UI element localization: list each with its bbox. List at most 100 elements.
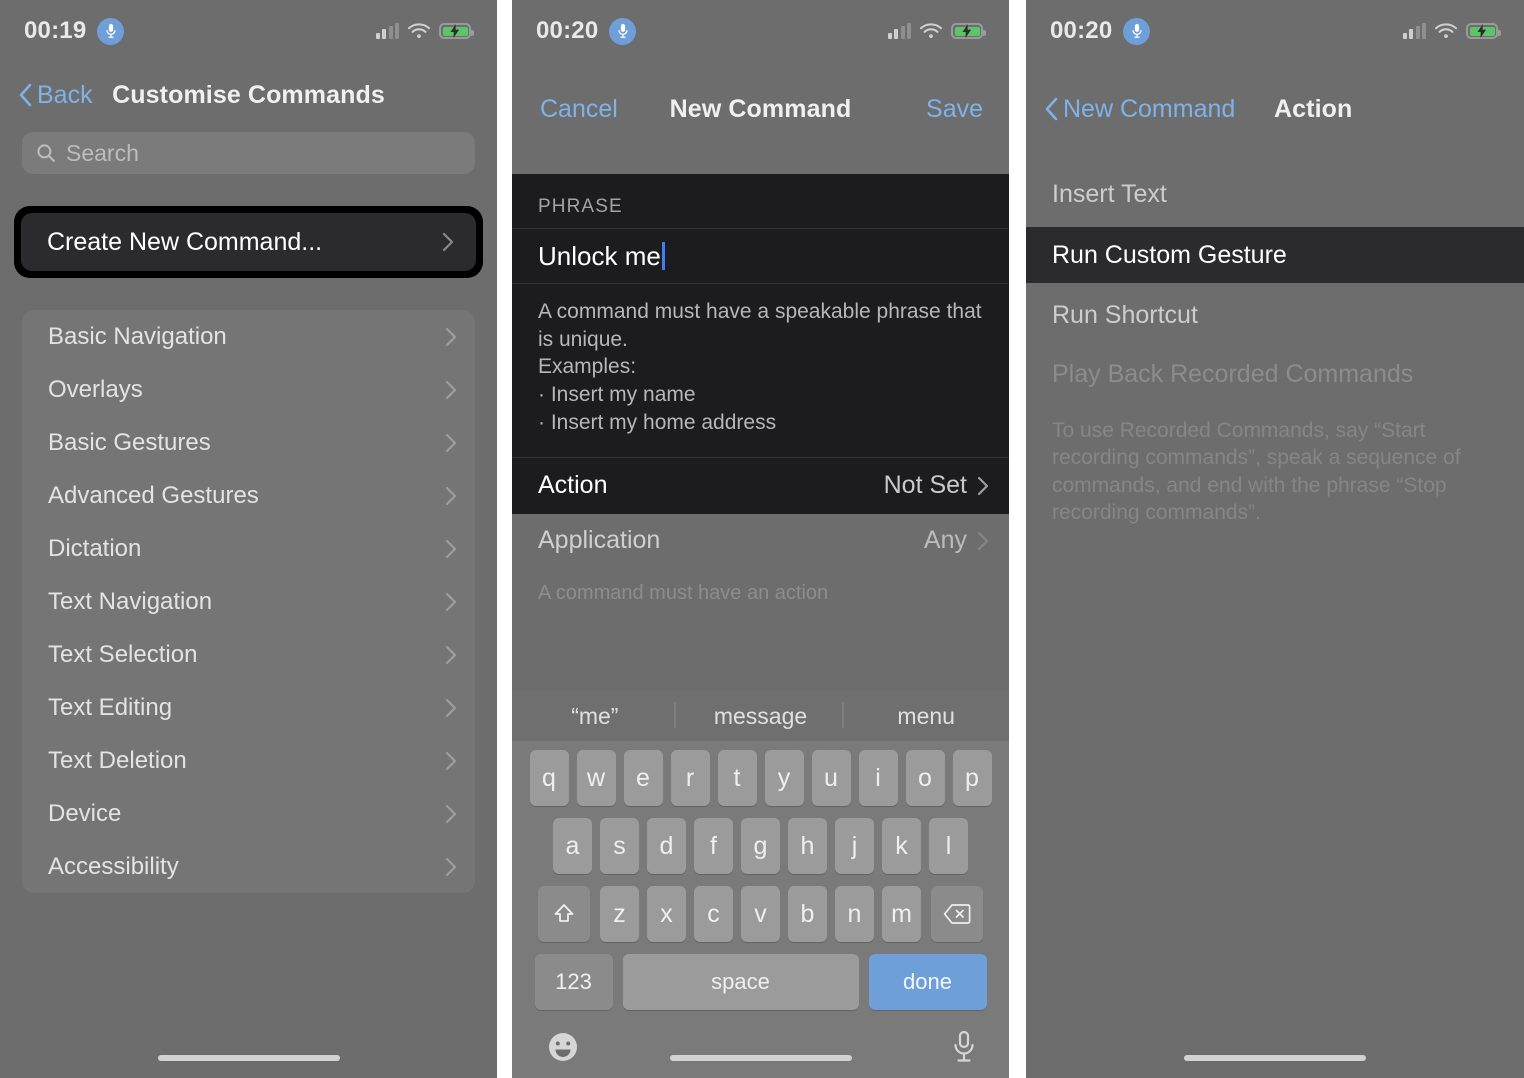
key-n[interactable]: n xyxy=(835,886,874,942)
keyboard-suggestion[interactable]: menu xyxy=(843,703,1009,730)
microphone-icon[interactable] xyxy=(951,1030,977,1064)
action-row[interactable]: Action Not Set xyxy=(512,456,1009,514)
emoji-smiley-icon[interactable] xyxy=(546,1030,580,1064)
home-indicator xyxy=(669,1055,852,1061)
key-p[interactable]: p xyxy=(952,750,992,806)
chevron-right-icon xyxy=(445,592,457,611)
chevron-left-icon xyxy=(19,83,32,107)
cellular-bars-icon xyxy=(375,23,399,39)
list-item[interactable]: Dictation xyxy=(22,522,475,575)
action-option[interactable]: Play Back Recorded Commands xyxy=(1026,348,1524,401)
action-required-note: A command must have an action xyxy=(538,581,829,604)
list-item[interactable]: Accessibility xyxy=(22,840,475,893)
list-item[interactable]: Basic Navigation xyxy=(22,310,475,363)
action-row-value-group: Not Set xyxy=(884,471,989,500)
list-item[interactable]: Text Navigation xyxy=(22,575,475,628)
phone-panel-new-command: 00:20 Cancel New Command Save PHRASE Unl… xyxy=(512,0,1009,1078)
cancel-button[interactable]: Cancel xyxy=(540,95,618,124)
key-k[interactable]: k xyxy=(882,818,921,874)
status-bar-left: 00:20 xyxy=(1050,17,1151,45)
back-button[interactable]: New Command xyxy=(1044,95,1235,124)
home-indicator xyxy=(1184,1055,1366,1061)
key-m[interactable]: m xyxy=(882,886,921,942)
backspace-key[interactable] xyxy=(931,886,983,942)
key-c[interactable]: c xyxy=(694,886,733,942)
keyboard-suggestion-bar: “me” message menu xyxy=(512,691,1009,741)
key-w[interactable]: w xyxy=(576,750,616,806)
key-r[interactable]: r xyxy=(670,750,710,806)
create-new-command-highlight: Create New Command... xyxy=(14,206,483,278)
keyboard-row-3: zxcvbnm xyxy=(517,886,1004,942)
chevron-right-icon xyxy=(445,698,457,717)
keyboard-row-1: qwertyuiop xyxy=(517,750,1004,806)
phrase-input[interactable]: Unlock me xyxy=(512,228,1009,284)
key-q[interactable]: q xyxy=(529,750,569,806)
key-v[interactable]: v xyxy=(741,886,780,942)
space-key[interactable]: space xyxy=(622,954,859,1010)
key-s[interactable]: s xyxy=(600,818,639,874)
action-option[interactable]: Run Shortcut xyxy=(1026,289,1524,342)
key-z[interactable]: z xyxy=(600,886,639,942)
key-a[interactable]: a xyxy=(553,818,592,874)
numbers-key[interactable]: 123 xyxy=(534,954,613,1010)
key-o[interactable]: o xyxy=(905,750,945,806)
key-y[interactable]: y xyxy=(764,750,804,806)
command-categories-list: Basic Navigation Overlays Basic Gestures Ad… xyxy=(22,310,475,893)
chevron-right-icon xyxy=(445,645,457,664)
action-option-label: Insert Text xyxy=(1052,180,1167,208)
phrase-hint-line2: Examples: xyxy=(538,355,637,379)
key-i[interactable]: i xyxy=(858,750,898,806)
action-option-label: Run Custom Gesture xyxy=(1052,240,1287,269)
search-placeholder: Search xyxy=(66,139,139,166)
wifi-icon xyxy=(408,23,430,38)
keyboard-suggestion[interactable]: message xyxy=(678,703,844,730)
list-item-label: Text Navigation xyxy=(48,587,213,615)
list-item[interactable]: Overlays xyxy=(22,363,475,416)
key-b[interactable]: b xyxy=(788,886,827,942)
back-button[interactable]: Back xyxy=(18,81,93,110)
chevron-right-icon xyxy=(977,531,989,550)
backspace-icon xyxy=(943,904,971,924)
action-option[interactable]: Insert Text xyxy=(1026,168,1524,221)
key-g[interactable]: g xyxy=(741,818,780,874)
key-x[interactable]: x xyxy=(647,886,686,942)
action-option[interactable]: Run Custom Gesture xyxy=(1026,227,1524,283)
microphone-icon xyxy=(97,17,125,45)
phone-panel-customise-commands: 00:19 Back Customise Commands Search Cre… xyxy=(0,0,497,1078)
application-row-label: Application xyxy=(538,526,661,555)
battery-charging-icon xyxy=(951,23,986,39)
key-e[interactable]: e xyxy=(623,750,663,806)
create-new-command-button[interactable]: Create New Command... xyxy=(21,213,476,271)
application-row[interactable]: Application Any xyxy=(512,513,1009,568)
list-item-label: Accessibility xyxy=(48,852,179,880)
save-button[interactable]: Save xyxy=(926,95,983,124)
key-t[interactable]: t xyxy=(717,750,757,806)
key-l[interactable]: l xyxy=(929,818,968,874)
list-item[interactable]: Basic Gestures xyxy=(22,416,475,469)
shift-key[interactable] xyxy=(538,886,590,942)
key-d[interactable]: d xyxy=(647,818,686,874)
page-title: Action xyxy=(1274,94,1353,123)
list-item-label: Text Editing xyxy=(48,693,173,721)
wifi-icon xyxy=(920,23,942,38)
cellular-bars-icon xyxy=(1402,23,1426,39)
done-key[interactable]: done xyxy=(868,954,987,1010)
key-u[interactable]: u xyxy=(811,750,851,806)
search-bar-container: Search xyxy=(0,128,497,174)
list-item[interactable]: Device xyxy=(22,787,475,840)
keyboard-row-4: 123 space done xyxy=(517,954,1004,1010)
phrase-hint-line1: A command must have a speakable phrase t… xyxy=(538,300,982,351)
keyboard-suggestion[interactable]: “me” xyxy=(512,703,678,730)
key-j[interactable]: j xyxy=(835,818,874,874)
list-item[interactable]: Text Deletion xyxy=(22,734,475,787)
search-input[interactable]: Search xyxy=(22,132,475,174)
application-row-value: Any xyxy=(923,526,967,555)
key-f[interactable]: f xyxy=(694,818,733,874)
list-item[interactable]: Text Selection xyxy=(22,628,475,681)
chevron-left-icon xyxy=(1045,97,1058,121)
phrase-section-label: PHRASE xyxy=(538,196,623,217)
list-item[interactable]: Advanced Gestures xyxy=(22,469,475,522)
list-item[interactable]: Text Editing xyxy=(22,681,475,734)
phrase-hint-bullet-2: · Insert my home address xyxy=(538,410,777,434)
key-h[interactable]: h xyxy=(788,818,827,874)
